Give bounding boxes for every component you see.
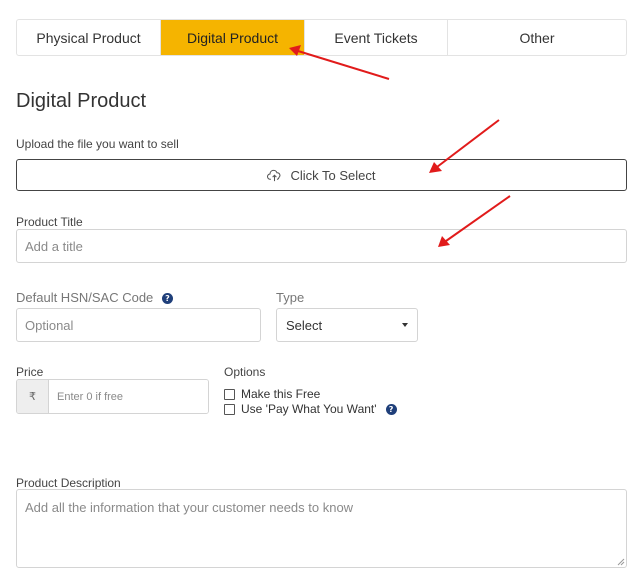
tab-other[interactable]: Other <box>448 20 626 55</box>
caret-down-icon <box>402 323 408 327</box>
price-input-group: ₹ <box>16 379 209 414</box>
type-label: Type <box>276 290 305 305</box>
pay-what-you-want-checkbox[interactable] <box>224 403 235 415</box>
product-title-label: Product Title <box>16 215 83 229</box>
hsn-label-text: Default HSN/SAC Code <box>16 290 154 305</box>
options-label: Options <box>224 365 266 379</box>
make-free-checkbox[interactable] <box>224 388 235 400</box>
file-select-button[interactable]: Click To Select <box>16 159 627 191</box>
pay-what-you-want-option: Use 'Pay What You Want' ? <box>224 402 397 416</box>
file-select-label: Click To Select <box>290 167 376 183</box>
cloud-upload-icon <box>267 169 281 181</box>
hsn-help-icon[interactable]: ? <box>161 293 173 305</box>
type-selected-value: Select <box>286 317 323 333</box>
hsn-label: Default HSN/SAC Code ? <box>16 290 173 305</box>
tab-digital-product[interactable]: Digital Product <box>161 20 305 55</box>
pay-what-you-want-label: Use 'Pay What You Want' <box>241 402 377 416</box>
type-select[interactable]: Select <box>276 308 418 342</box>
resize-handle-icon[interactable] <box>616 557 625 566</box>
hsn-input[interactable] <box>16 308 261 342</box>
upload-label: Upload the file you want to sell <box>16 137 179 151</box>
description-label: Product Description <box>16 476 121 490</box>
tab-event-tickets[interactable]: Event Tickets <box>305 20 448 55</box>
page-title: Digital Product <box>16 90 147 112</box>
rupee-symbol: ₹ <box>17 380 49 413</box>
pay-what-you-want-help-icon[interactable]: ? <box>385 403 397 415</box>
make-free-label: Make this Free <box>241 387 321 401</box>
price-input[interactable] <box>49 380 208 413</box>
product-type-tabs: Physical Product Digital Product Event T… <box>16 19 627 56</box>
product-title-input[interactable] <box>16 229 627 263</box>
price-label: Price <box>16 365 44 379</box>
make-free-option: Make this Free <box>224 387 320 401</box>
description-textarea[interactable] <box>16 489 627 568</box>
tab-physical-product[interactable]: Physical Product <box>17 20 161 55</box>
